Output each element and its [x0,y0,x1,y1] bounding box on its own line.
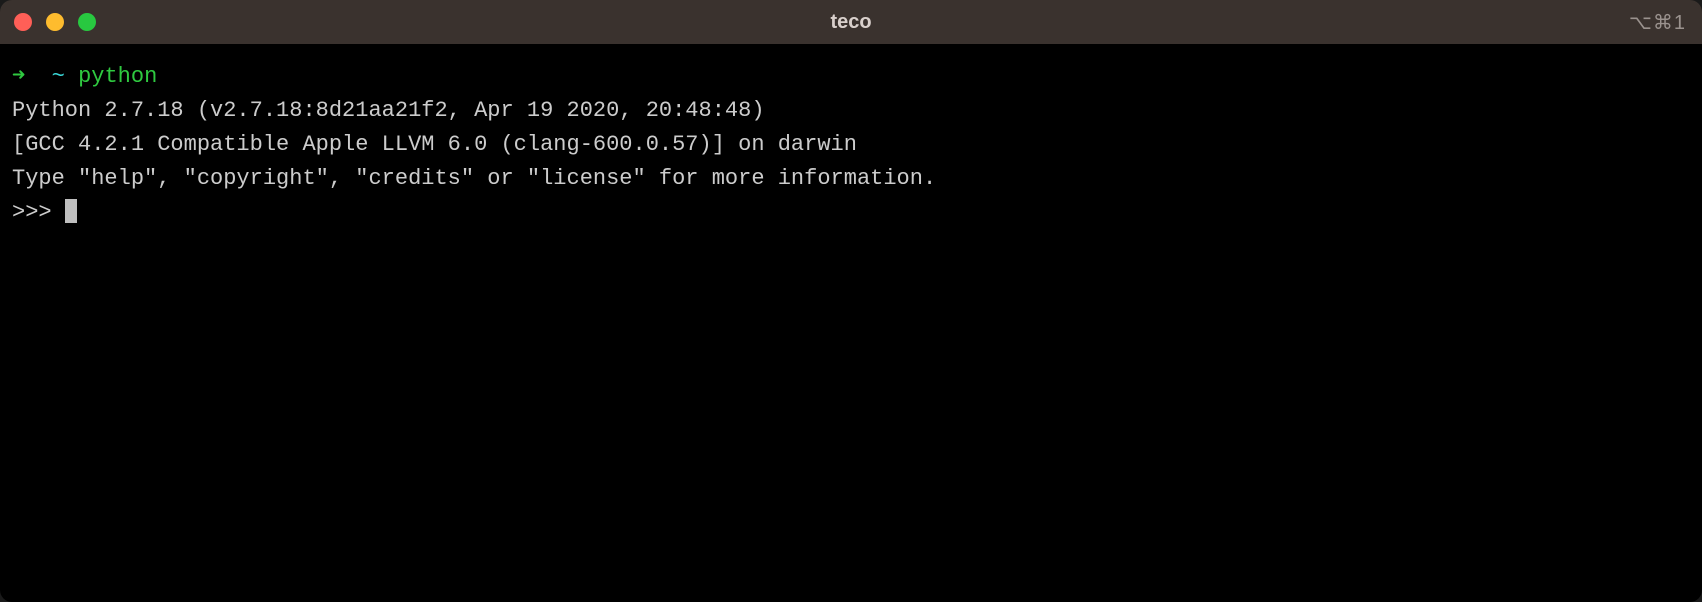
python-help-line: Type "help", "copyright", "credits" or "… [12,162,1690,196]
titlebar[interactable]: teco ⌥⌘1 [0,0,1702,44]
minimize-button[interactable] [46,13,64,31]
window-title: teco [830,11,871,34]
shell-command: python [78,64,157,89]
repl-prompt-line: >>> [12,196,1690,230]
terminal-window: teco ⌥⌘1 ➜ ~ pythonPython 2.7.18 (v2.7.1… [0,0,1702,602]
close-button[interactable] [14,13,32,31]
shell-prompt-line: ➜ ~ python [12,60,1690,94]
terminal-content[interactable]: ➜ ~ pythonPython 2.7.18 (v2.7.18:8d21aa2… [0,44,1702,602]
repl-prompt: >>> [12,200,65,225]
traffic-lights [14,13,96,31]
python-version-line: Python 2.7.18 (v2.7.18:8d21aa21f2, Apr 1… [12,94,1690,128]
maximize-button[interactable] [78,13,96,31]
prompt-arrow-icon: ➜ [12,64,25,89]
prompt-path: ~ [52,64,65,89]
pane-indicator: ⌥⌘1 [1629,10,1686,35]
python-compiler-line: [GCC 4.2.1 Compatible Apple LLVM 6.0 (cl… [12,128,1690,162]
cursor-icon [65,199,77,223]
